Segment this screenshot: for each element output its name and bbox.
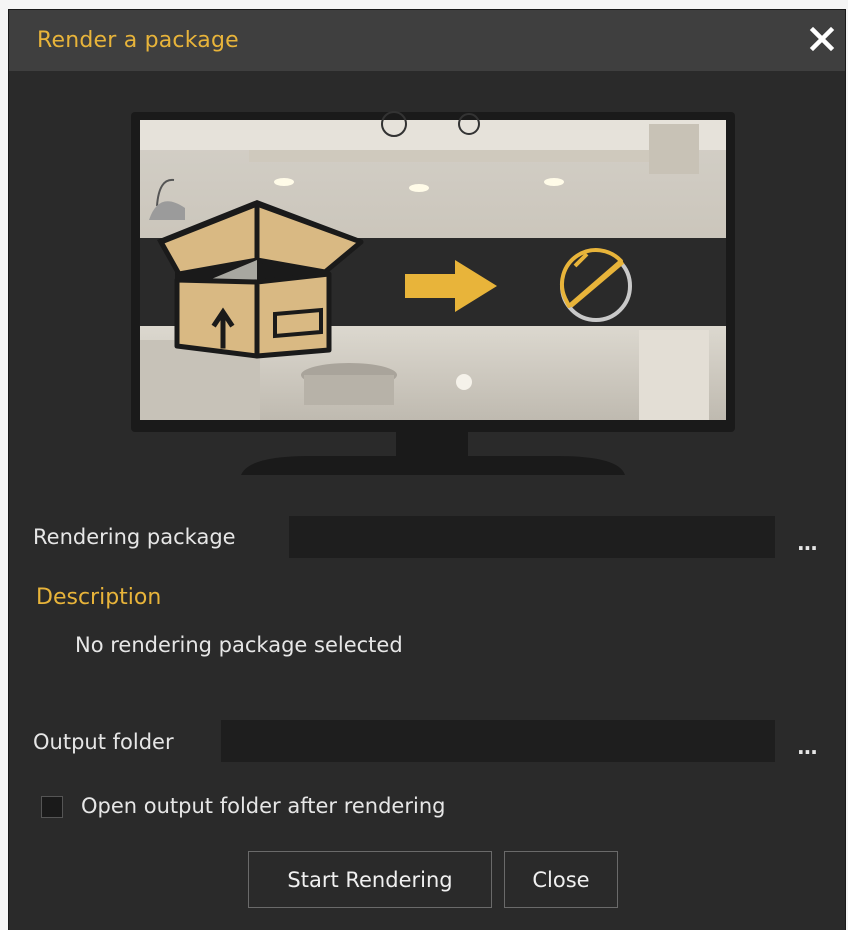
- open-after-label: Open output folder after rendering: [81, 794, 446, 818]
- close-button[interactable]: Close: [504, 851, 618, 908]
- output-folder-browse-button[interactable]: ...: [797, 735, 818, 759]
- open-after-checkbox[interactable]: [41, 796, 63, 818]
- dialog-title: Render a package: [37, 28, 239, 53]
- rendering-package-label: Rendering package: [33, 525, 236, 549]
- rendering-package-field[interactable]: [289, 516, 775, 558]
- render-package-dialog: Render a package Rendering package ... D…: [9, 10, 845, 930]
- description-heading: Description: [36, 585, 162, 610]
- output-folder-label: Output folder: [33, 730, 174, 754]
- output-folder-field[interactable]: [221, 720, 775, 762]
- rendering-package-browse-button[interactable]: ...: [797, 531, 818, 555]
- close-icon[interactable]: [807, 24, 837, 54]
- hero-illustration: [131, 111, 735, 475]
- dialog-titlebar: Render a package: [9, 10, 845, 71]
- start-rendering-button[interactable]: Start Rendering: [248, 851, 492, 908]
- description-text: No rendering package selected: [75, 633, 403, 657]
